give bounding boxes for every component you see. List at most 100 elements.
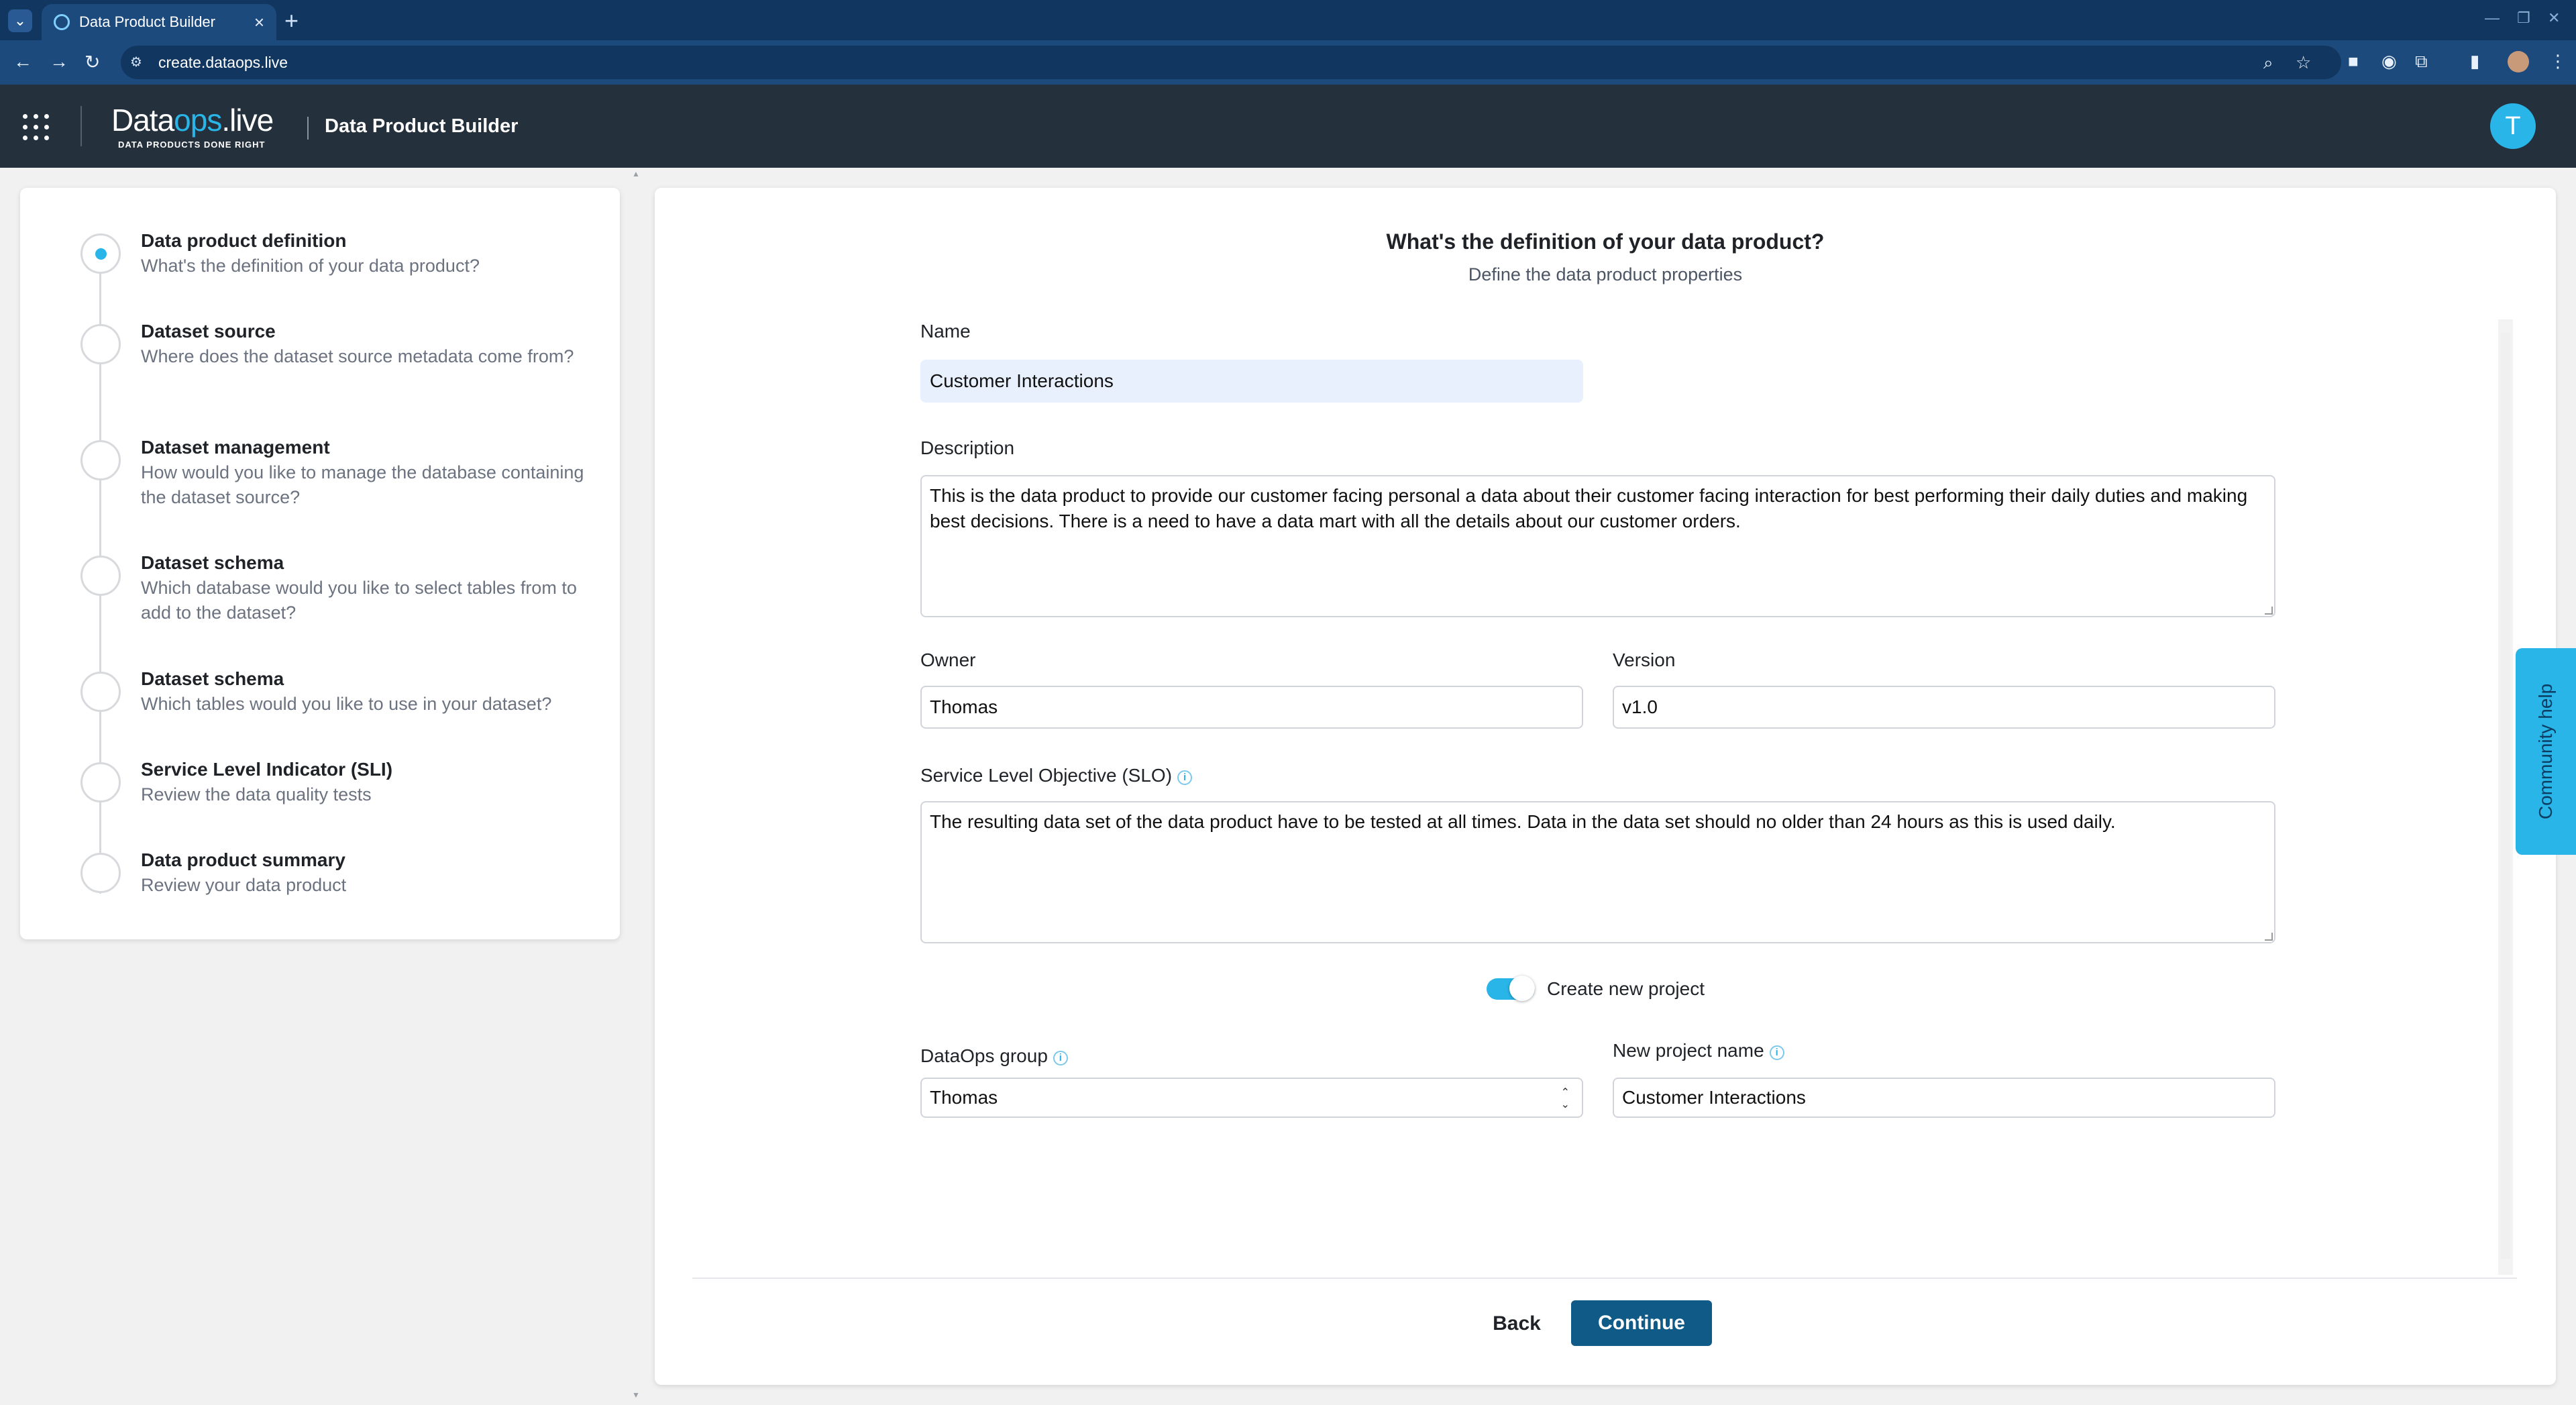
version-input[interactable]: v1.0 [1613, 686, 2275, 729]
step-title: Dataset source [141, 321, 276, 342]
slo-label-text: Service Level Objective (SLO) [920, 765, 1173, 786]
close-tab-icon[interactable]: × [254, 12, 264, 33]
step-dataset-schema-tables[interactable]: Dataset schema Which tables would you li… [80, 666, 610, 717]
definition-form-card: What's the definition of your data produ… [655, 188, 2556, 1385]
version-label: Version [1613, 649, 1676, 670]
slo-textarea[interactable]: The resulting data set of the data produ… [920, 801, 2275, 943]
forward-arrow-icon[interactable]: → [50, 51, 68, 72]
step-dataset-management[interactable]: Dataset management How would you like to… [80, 435, 610, 510]
info-icon[interactable]: i [1053, 1051, 1068, 1065]
user-avatar[interactable]: T [2490, 103, 2536, 149]
dataops-group-value: Thomas [930, 1087, 998, 1108]
step-title: Dataset management [141, 437, 330, 458]
restore-window-icon[interactable]: ❐ [2517, 9, 2530, 27]
new-tab-button[interactable]: + [284, 7, 299, 35]
form-subheading: Define the data product properties [1468, 264, 1743, 284]
dataops-group-label-text: DataOps group [920, 1045, 1048, 1066]
minimize-window-icon[interactable]: — [2485, 9, 2500, 27]
step-indicator [80, 324, 121, 364]
footer-divider [692, 1278, 2517, 1279]
new-project-name-label: New project name i [1613, 1040, 1784, 1061]
extensions-puzzle-icon[interactable]: ⧉ [2415, 51, 2428, 72]
dataops-favicon-icon [54, 14, 70, 30]
dataops-group-label: DataOps group i [920, 1045, 1068, 1067]
step-description: What's the definition of your data produ… [141, 256, 480, 276]
form-scrollbar-thumb[interactable] [2501, 333, 2510, 1259]
create-new-project-label: Create new project [1547, 978, 1705, 999]
side-panel-icon[interactable]: ▮ [2470, 51, 2479, 72]
form-scrollbar[interactable] [2498, 319, 2513, 1275]
step-dataset-schema-database[interactable]: Dataset schema Which database would you … [80, 550, 610, 625]
select-chevron-icon: ⌃ ⌄ [1560, 1087, 1570, 1110]
description-textarea[interactable]: This is the data product to provide our … [920, 475, 2275, 617]
close-window-icon[interactable]: ✕ [2548, 9, 2560, 27]
zoom-icon[interactable]: ⌕ [2263, 52, 2273, 74]
browser-toolbar: ← → ↻ ⚙ create.dataops.live ⌕ ☆ ■ ◉ ⧉ ▮ … [0, 40, 2576, 85]
reload-icon[interactable]: ↻ [85, 51, 100, 73]
back-button[interactable]: Back [1480, 1302, 1554, 1346]
grammarly-extension-icon[interactable]: ◉ [2381, 51, 2397, 72]
app-launcher-grid-icon[interactable] [23, 114, 50, 141]
step-title: Dataset schema [141, 552, 284, 573]
back-arrow-icon[interactable]: ← [13, 51, 32, 72]
dataops-logo[interactable]: Dataops.live DATA PRODUCTS DONE RIGHT [111, 102, 286, 150]
name-input[interactable]: Customer Interactions [920, 360, 1583, 403]
name-label: Name [920, 321, 971, 342]
step-title: Data product summary [141, 849, 345, 870]
browser-tab-strip: ⌄ Data Product Builder × + — ❐ ✕ [0, 0, 2576, 40]
resize-handle-icon[interactable] [2265, 933, 2273, 941]
header-divider [307, 117, 309, 140]
form-heading: What's the definition of your data produ… [1386, 229, 1825, 254]
address-bar-url[interactable]: create.dataops.live [158, 54, 288, 72]
step-dataset-source[interactable]: Dataset source Where does the dataset so… [80, 319, 610, 369]
new-project-name-label-text: New project name [1613, 1040, 1764, 1061]
page-scroll-up-icon[interactable]: ▲ [632, 169, 640, 178]
description-label: Description [920, 437, 1015, 458]
step-title: Data product definition [141, 230, 347, 251]
site-info-icon[interactable]: ⚙ [130, 54, 148, 71]
continue-button[interactable]: Continue [1571, 1300, 1712, 1346]
owner-label: Owner [920, 649, 976, 670]
info-icon[interactable]: i [1769, 1045, 1784, 1060]
step-indicator [80, 672, 121, 712]
browser-tab-title: Data Product Builder [79, 13, 215, 30]
step-indicator [80, 853, 121, 893]
new-project-name-input[interactable]: Customer Interactions [1613, 1078, 2275, 1118]
extension-icon[interactable]: ■ [2348, 51, 2359, 72]
step-description: Review the data quality tests [141, 784, 372, 804]
app-header: Dataops.live DATA PRODUCTS DONE RIGHT Da… [0, 85, 2576, 168]
step-title: Dataset schema [141, 668, 284, 689]
browser-profile-avatar[interactable] [2508, 51, 2529, 72]
step-service-level-indicator[interactable]: Service Level Indicator (SLI) Review the… [80, 757, 610, 807]
community-help-tab[interactable]: Community help [2516, 648, 2576, 855]
step-description: Where does the dataset source metadata c… [141, 346, 574, 366]
header-divider [80, 106, 82, 146]
tab-search-button[interactable]: ⌄ [8, 9, 32, 32]
slo-text: The resulting data set of the data produ… [930, 811, 2116, 832]
page-scroll-down-icon[interactable]: ▼ [632, 1390, 640, 1400]
step-description: Which tables would you like to use in yo… [141, 694, 552, 714]
step-description: Which database would you like to select … [141, 578, 577, 623]
step-data-product-summary[interactable]: Data product summary Review your data pr… [80, 847, 610, 898]
step-title: Service Level Indicator (SLI) [141, 759, 393, 780]
description-text: This is the data product to provide our … [930, 485, 2248, 531]
owner-input[interactable]: Thomas [920, 686, 1583, 729]
wizard-stepper: Data product definition What's the defin… [20, 188, 620, 939]
app-title: Data Product Builder [325, 115, 519, 137]
browser-tab[interactable]: Data Product Builder × [42, 4, 276, 40]
address-bar[interactable]: ⚙ create.dataops.live ⌕ ☆ [121, 46, 2341, 79]
browser-menu-icon[interactable]: ⋮ [2549, 51, 2567, 72]
dataops-group-select[interactable]: Thomas ⌃ ⌄ [920, 1078, 1583, 1118]
bookmark-star-icon[interactable]: ☆ [2296, 52, 2311, 73]
step-data-product-definition[interactable]: Data product definition What's the defin… [80, 228, 610, 278]
resize-handle-icon[interactable] [2265, 607, 2273, 615]
info-icon[interactable]: i [1177, 770, 1193, 785]
step-indicator [80, 440, 121, 480]
create-new-project-toggle[interactable] [1487, 976, 1535, 1001]
community-help-label: Community help [2535, 683, 2556, 820]
step-indicator-active [80, 233, 121, 274]
create-new-project-toggle-row: Create new project [1487, 974, 1705, 1004]
step-indicator [80, 762, 121, 802]
step-description: How would you like to manage the databas… [141, 462, 584, 507]
step-indicator [80, 556, 121, 596]
